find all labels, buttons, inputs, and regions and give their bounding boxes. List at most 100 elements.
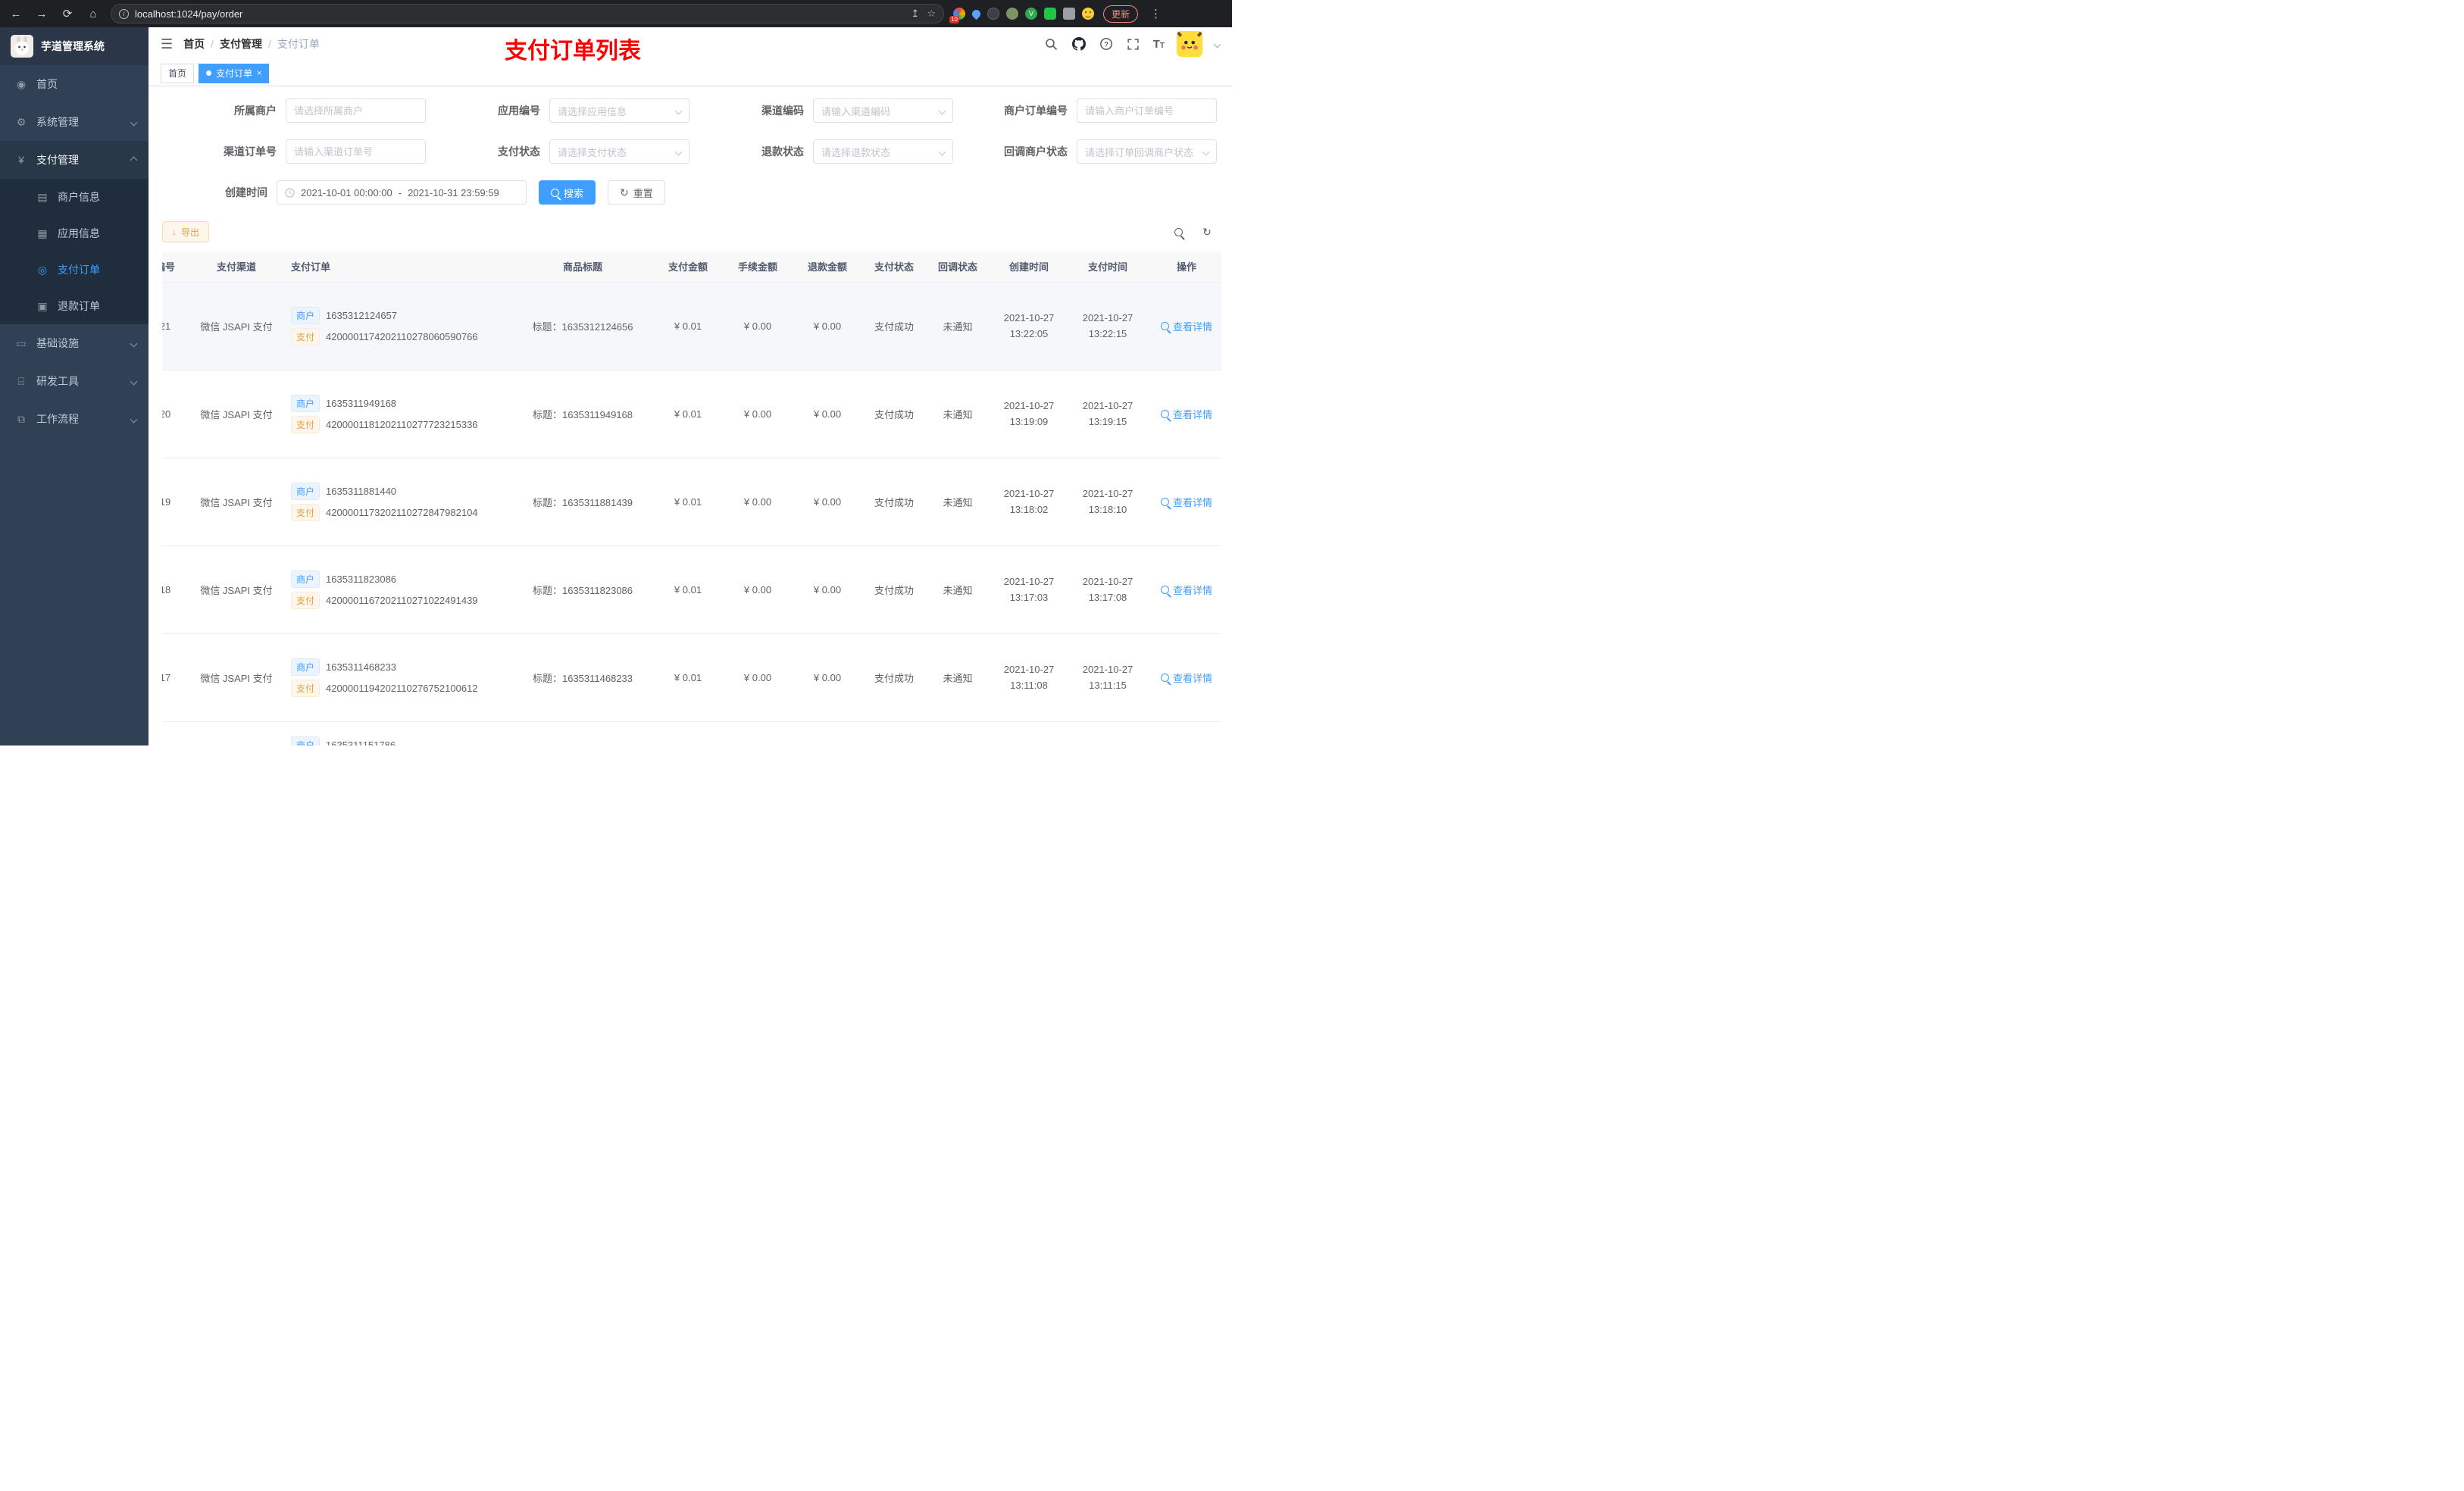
logo-rabbit-icon: [11, 35, 33, 58]
select-placeholder: 请选择应用信息: [558, 105, 627, 117]
sidebar-item-workflow[interactable]: ⧉ 工作流程: [0, 400, 149, 438]
pay-transaction-no: 4200001194202110276752100612: [326, 682, 478, 694]
cell-id: 19: [162, 458, 188, 546]
notify-status-select[interactable]: 请选择订单回调商户状态: [1077, 139, 1217, 164]
pay-tag: 支付: [291, 327, 321, 345]
sidebar-item-app-info[interactable]: ▦ 应用信息: [0, 215, 149, 252]
cell-pay-time: 2021-10-27 13:22:15: [1068, 282, 1147, 370]
sidebar-item-refund-order[interactable]: ▣ 退款订单: [0, 288, 149, 324]
cell-amount: ¥ 0.01: [653, 545, 723, 634]
font-size-icon[interactable]: TT: [1153, 38, 1165, 51]
avatar[interactable]: [1177, 31, 1202, 57]
active-dot-icon: [206, 70, 212, 76]
tab-pay-order[interactable]: 支付订单 ×: [199, 63, 270, 83]
pay-tag: 支付: [291, 591, 321, 609]
toggle-search-icon[interactable]: [1168, 222, 1188, 242]
help-icon[interactable]: ?: [1099, 36, 1114, 52]
cell-amount: ¥ 0.01: [653, 370, 723, 458]
cell-create-time: 2021-10-27 13:19:09: [990, 370, 1068, 458]
merchant-input[interactable]: [286, 98, 426, 123]
date-range-separator: -: [398, 186, 402, 198]
channel-order-no-input[interactable]: [286, 139, 426, 164]
cell-fee: ¥ 0.00: [723, 633, 793, 722]
chevron-down-icon: [130, 415, 138, 423]
fullscreen-icon[interactable]: [1126, 36, 1141, 52]
sidebar-item-label: 系统管理: [36, 116, 79, 128]
view-detail-link[interactable]: 查看详情: [1160, 407, 1212, 421]
pay-status-select[interactable]: 请选择支付状态: [549, 139, 689, 164]
refresh-table-icon[interactable]: ↻: [1197, 222, 1217, 242]
export-button[interactable]: ↓ 导出: [162, 221, 210, 242]
url-input[interactable]: [135, 8, 905, 20]
cell-status: 支付成功: [862, 545, 926, 634]
sidebar-item-infra[interactable]: ▭ 基础设施: [0, 324, 149, 362]
site-info-icon[interactable]: i: [119, 8, 129, 19]
download-icon: ↓: [172, 227, 177, 237]
table-row: 20 微信 JSAPI 支付 商户 1635311949168 支付 4200001…: [162, 370, 1221, 458]
address-bar[interactable]: i ↥ ☆: [111, 4, 944, 23]
sidebar-item-home[interactable]: ◉ 首页: [0, 65, 149, 103]
merchant-tag: 商户: [291, 658, 321, 676]
search-icon: [1160, 409, 1169, 418]
merchant-order-no: 1635311949168: [326, 397, 397, 409]
extensions-puzzle-icon[interactable]: [1063, 8, 1075, 20]
view-detail-link[interactable]: 查看详情: [1160, 670, 1212, 685]
filter-label: 回调商户状态: [1004, 145, 1068, 158]
cell-pay-time: 2021-10-27 13:19:15: [1068, 370, 1147, 458]
cell-channel: 微信 JSAPI 支付: [188, 370, 285, 458]
sidebar-item-merchant-info[interactable]: ▤ 商户信息: [0, 179, 149, 215]
col-notify: 回调状态: [926, 252, 990, 283]
extension-smiley-icon[interactable]: [1082, 8, 1094, 20]
channel-code-select[interactable]: 请输入渠道编码: [813, 98, 953, 123]
monitor-icon: ▭: [16, 336, 27, 349]
tab-home[interactable]: 首页: [161, 63, 195, 83]
browser-forward-icon[interactable]: →: [33, 8, 50, 20]
extension-icon[interactable]: [970, 8, 983, 20]
cell-notify: 未通知: [926, 282, 990, 370]
chevron-down-icon: [130, 118, 138, 126]
create-time-range-picker[interactable]: 2021-10-01 00:00:00 - 2021-10-31 23:59:5…: [277, 180, 527, 205]
merchant-tag: 商户: [291, 570, 321, 588]
hamburger-icon[interactable]: ☰: [161, 36, 173, 52]
view-detail-link[interactable]: 查看详情: [1160, 319, 1212, 333]
table-row: 19 微信 JSAPI 支付 商户 1635311881440 支付 4200001…: [162, 458, 1221, 546]
app-select[interactable]: 请选择应用信息: [549, 98, 689, 123]
github-icon[interactable]: [1071, 36, 1087, 52]
extension-icon[interactable]: 10: [949, 8, 965, 23]
export-button-label: 导出: [181, 227, 200, 238]
chrome-update-button[interactable]: 更新: [1103, 5, 1139, 23]
pikachu-avatar-icon: [1177, 31, 1202, 57]
sidebar-item-system[interactable]: ⚙ 系统管理: [0, 103, 149, 141]
reset-button[interactable]: ↻ 重置: [608, 180, 665, 205]
cell-id: 20: [162, 370, 188, 458]
vue-devtools-icon[interactable]: V: [1025, 8, 1037, 20]
view-detail-link[interactable]: 查看详情: [1160, 495, 1212, 509]
col-pay-order: 支付订单: [285, 252, 512, 283]
filter-label: 应用编号: [498, 105, 540, 117]
browser-reload-icon[interactable]: ⟳: [59, 7, 76, 20]
search-button[interactable]: 搜索: [539, 180, 596, 205]
table-header-row: 编号 支付渠道 支付订单 商品标题 支付金额 手续金额 退款金额 支付状态 回调…: [162, 252, 1221, 283]
breadcrumb-home[interactable]: 首页: [183, 36, 205, 52]
sidebar-item-payment[interactable]: ¥ 支付管理: [0, 141, 149, 179]
close-icon[interactable]: ×: [257, 69, 261, 78]
cell-status: 支付成功: [862, 458, 926, 546]
search-icon[interactable]: [1044, 36, 1059, 52]
extension-icon[interactable]: [1044, 8, 1056, 20]
refund-status-select[interactable]: 请选择退款状态: [813, 139, 953, 164]
extension-icon[interactable]: [987, 8, 999, 20]
browser-menu-icon[interactable]: ⋮: [1147, 7, 1165, 20]
browser-home-icon[interactable]: ⌂: [85, 8, 102, 20]
avatar-dropdown-caret-icon[interactable]: [1213, 40, 1221, 48]
sidebar-item-pay-order[interactable]: ◎ 支付订单: [0, 252, 149, 288]
reset-button-label: 重置: [633, 187, 653, 199]
sidebar-item-devtools[interactable]: ⌸ 研发工具: [0, 362, 149, 400]
share-icon[interactable]: ↥: [911, 8, 919, 20]
browser-back-icon[interactable]: ←: [8, 8, 24, 20]
cell-create-time: 2021-10-27 13:18:02: [990, 458, 1068, 546]
view-detail-link[interactable]: 查看详情: [1160, 583, 1212, 597]
breadcrumb-payment[interactable]: 支付管理: [220, 36, 262, 52]
merchant-order-no-input[interactable]: [1077, 98, 1217, 123]
bookmark-star-icon[interactable]: ☆: [927, 8, 936, 20]
extension-icon[interactable]: [1006, 8, 1018, 20]
